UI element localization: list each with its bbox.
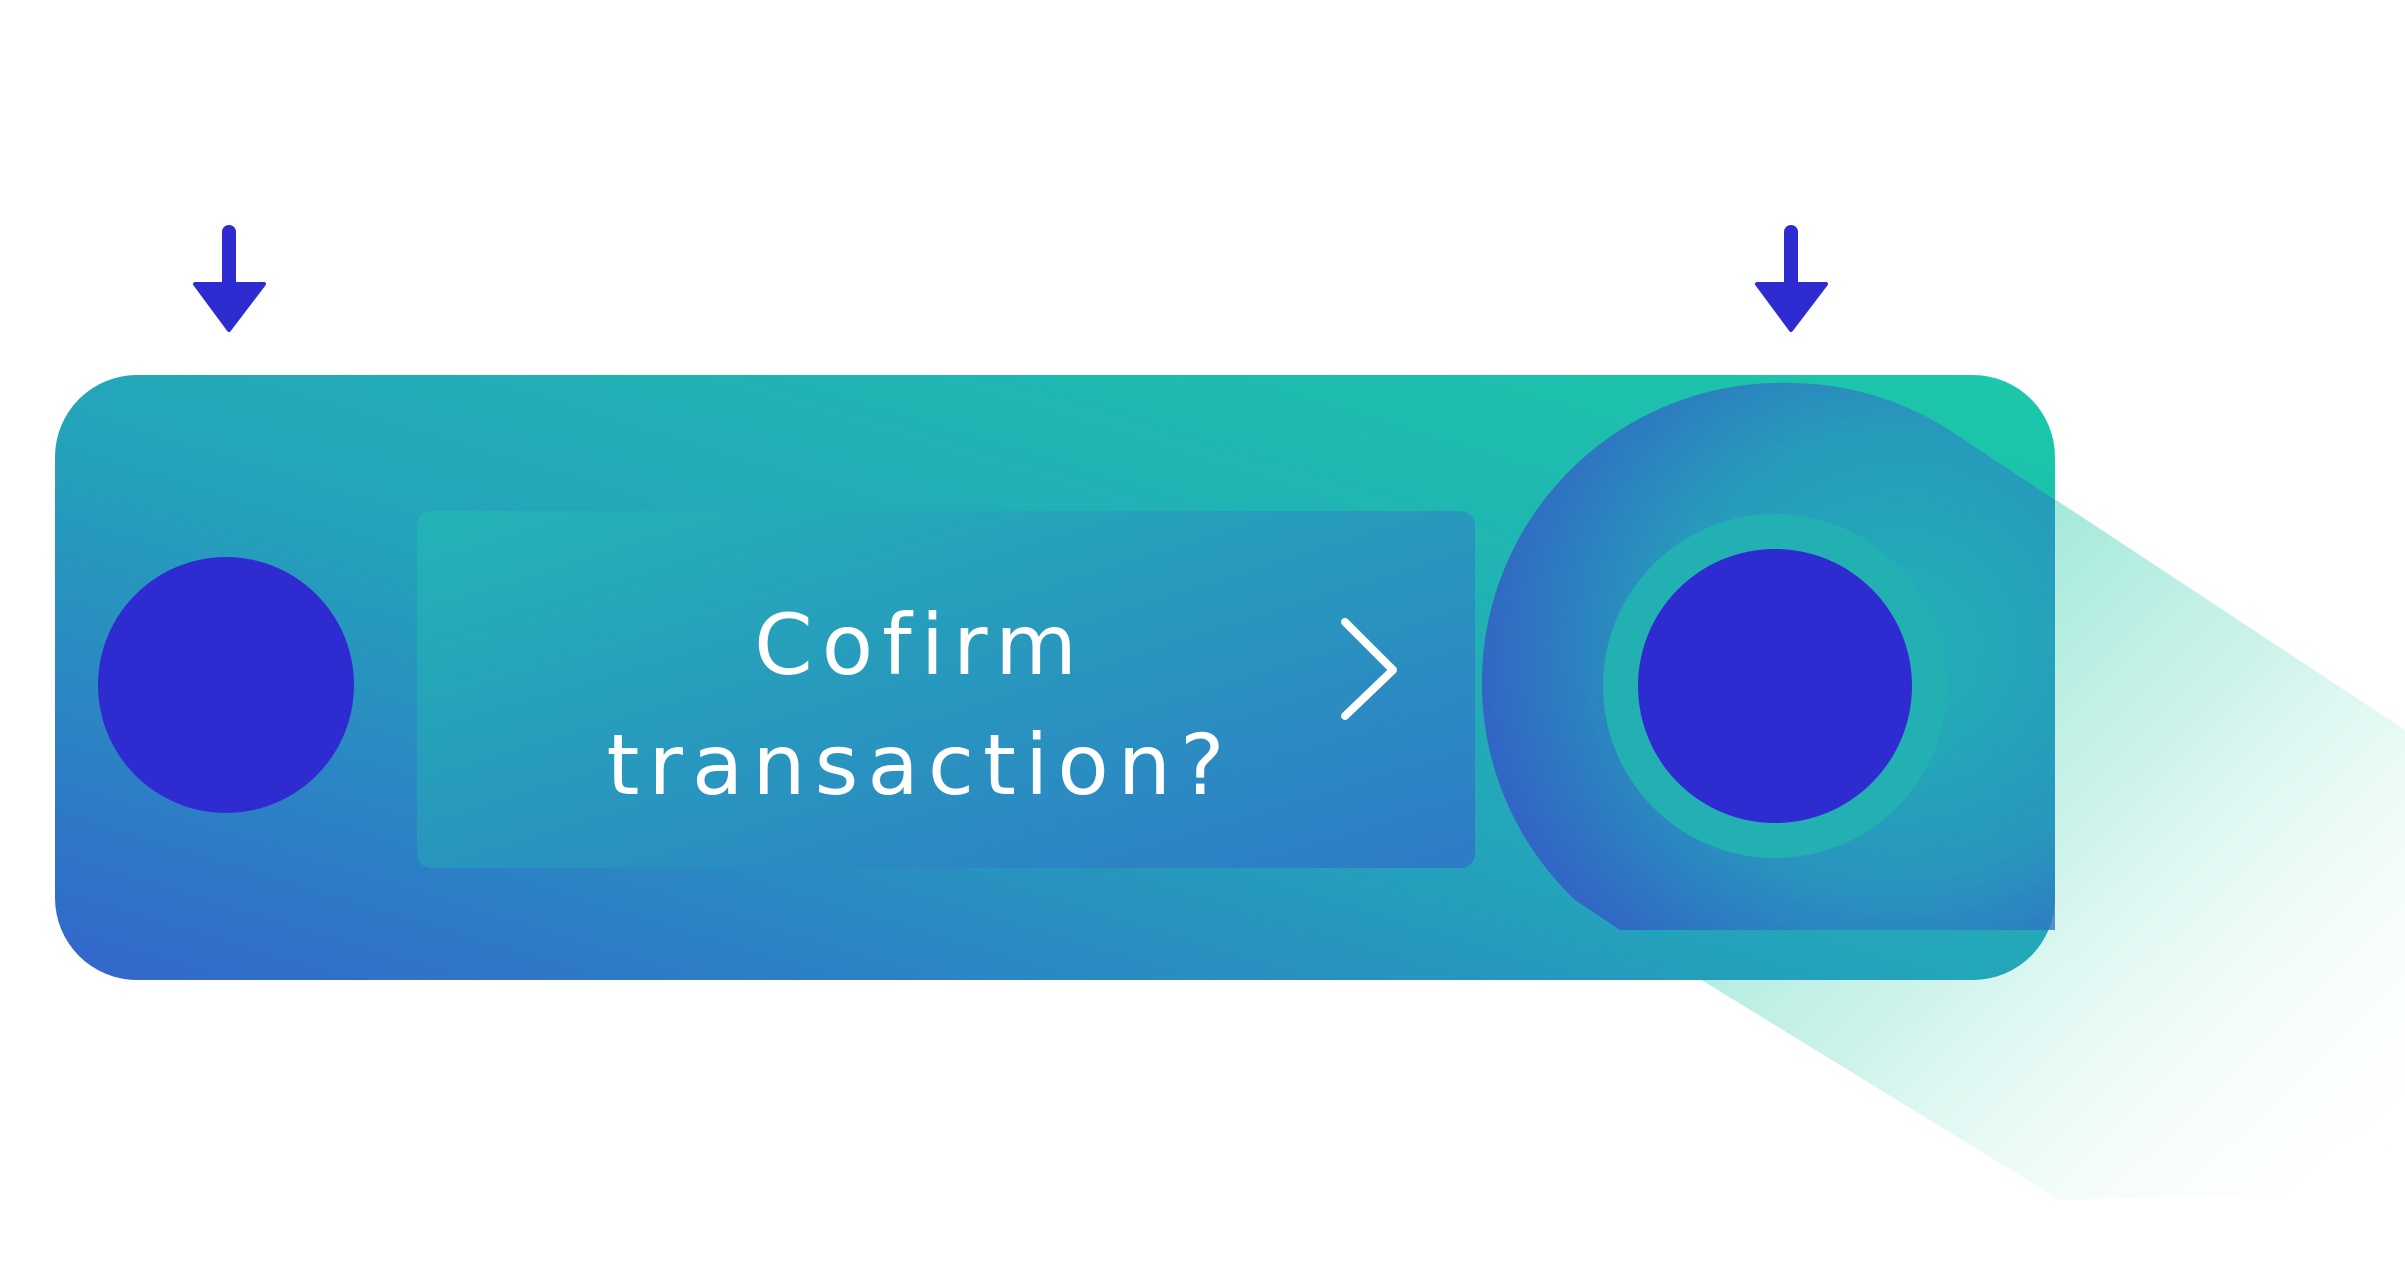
arrow-down-icon [193,225,266,332]
illustration: Cofirm transaction? [0,0,2405,1280]
screen-message-line-1: Cofirm [754,596,1086,694]
right-button[interactable] [1638,549,1912,823]
screen-message: Cofirm transaction? [420,510,1420,900]
screen-message-line-2: transaction? [606,716,1234,814]
left-button[interactable] [98,557,354,813]
arrow-down-icon [1755,225,1828,332]
